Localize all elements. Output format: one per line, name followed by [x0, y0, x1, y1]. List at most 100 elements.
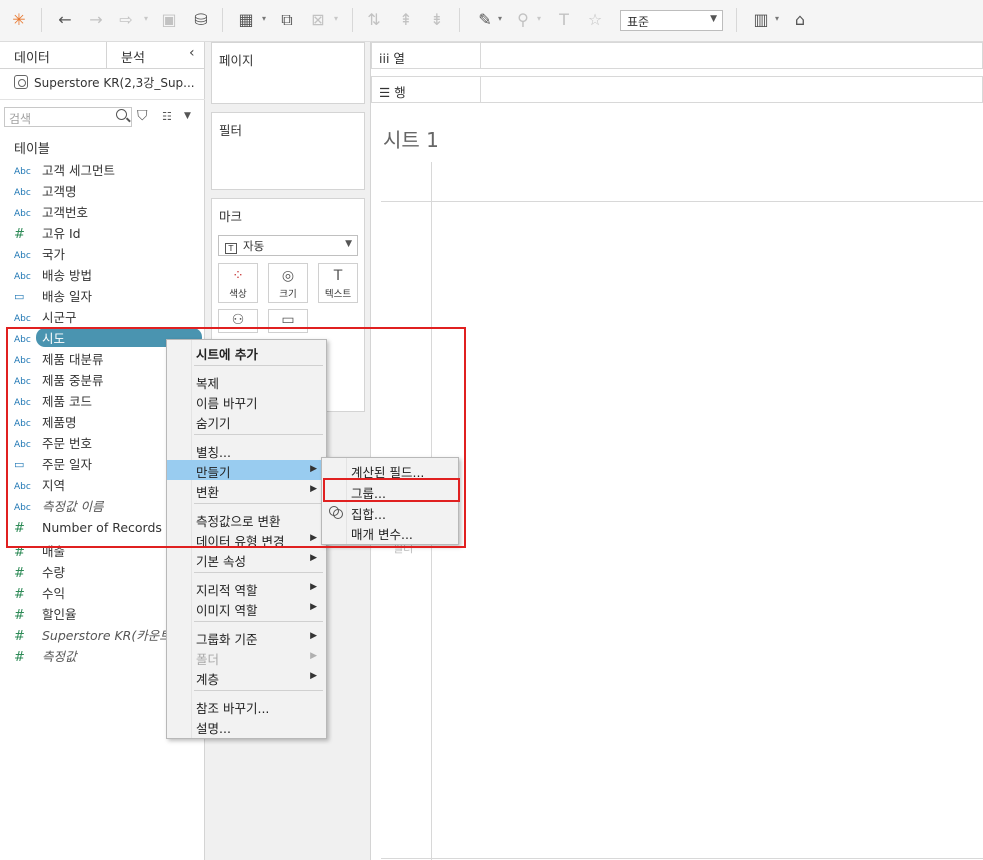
pages-shelf[interactable]: 페이지: [211, 42, 365, 104]
highlight-caret-icon[interactable]: ▾: [498, 14, 502, 23]
collapse-pane-icon[interactable]: ‹: [189, 45, 195, 61]
sheet-title[interactable]: 시트 1: [383, 124, 439, 153]
new-worksheet-caret-icon[interactable]: ▾: [262, 14, 266, 23]
size-button[interactable]: ◎ 크기: [268, 263, 308, 303]
columns-shelf[interactable]: iii 열: [371, 42, 983, 69]
fit-select-value: 표준: [627, 15, 650, 29]
menu-separator: [194, 621, 323, 622]
menu-item-group-by[interactable]: 그룹화 기준 ▶: [167, 627, 326, 647]
field-item[interactable]: # Superstore KR(카운트): [14, 625, 176, 644]
search-input[interactable]: 검색: [4, 107, 132, 127]
field-item[interactable]: # 할인율: [14, 604, 77, 623]
menu-item-image-role[interactable]: 이미지 역할 ▶: [167, 598, 326, 618]
tableau-logo-icon[interactable]: ✳: [8, 9, 30, 31]
datasource-icon: [14, 75, 28, 89]
field-label: 수량: [42, 565, 66, 580]
toolbar-separator: [736, 8, 737, 32]
datasource-item[interactable]: Superstore KR(2,3강_Sup...: [14, 74, 200, 94]
number-type-icon: #: [14, 650, 25, 665]
sort-desc-icon[interactable]: ⇟: [426, 9, 448, 31]
number-type-icon: #: [14, 566, 25, 581]
new-worksheet-icon[interactable]: ▦: [235, 9, 257, 31]
undo-icon[interactable]: ←: [54, 9, 76, 31]
toolbar-separator: [222, 8, 223, 32]
submenu-arrow-icon: ▶: [310, 582, 317, 592]
number-type-icon: #: [14, 608, 25, 623]
text-label: 텍스트: [324, 289, 352, 300]
text-button[interactable]: T 텍스트: [318, 263, 358, 303]
label-icon[interactable]: T: [553, 9, 575, 31]
color-button[interactable]: ⁘ 색상: [218, 263, 258, 303]
save-icon[interactable]: ▣: [158, 9, 180, 31]
filters-title: 필터: [219, 123, 243, 138]
submenu-arrow-icon: ▶: [310, 602, 317, 612]
menu-item-folder: 폴더 ▶: [167, 647, 326, 667]
rows-shelf[interactable]: ☰ 행: [371, 76, 983, 103]
field-item[interactable]: Abc 고객번호: [14, 202, 88, 221]
datasource-label: Superstore KR(2,3강_Sup...: [34, 76, 195, 90]
chevron-down-icon: ▼: [710, 14, 717, 24]
redo-icon[interactable]: →: [85, 9, 107, 31]
tooltip-icon: ▭: [281, 312, 295, 328]
menu-separator: [194, 572, 323, 573]
pane-divider: [0, 99, 205, 100]
menu-item-describe[interactable]: 설명...: [167, 716, 326, 736]
highlight-icon[interactable]: ✎: [474, 9, 496, 31]
field-item[interactable]: Abc 시군구: [14, 307, 77, 326]
group-icon[interactable]: ⚲: [512, 9, 534, 31]
tab-analytics[interactable]: 분석: [121, 47, 145, 66]
filters-shelf[interactable]: 필터: [211, 112, 365, 190]
field-item[interactable]: # 고유 Id: [14, 223, 81, 242]
field-item[interactable]: Abc 국가: [14, 244, 65, 263]
menu-item-geographic-role[interactable]: 지리적 역할 ▶: [167, 578, 326, 598]
columns-icon: iii: [379, 51, 390, 66]
field-label: 배송 방법: [42, 268, 92, 283]
menu-item-label: 지리적 역할: [196, 583, 258, 598]
field-item[interactable]: # 측정값: [14, 646, 77, 665]
chevron-down-icon[interactable]: ▼: [184, 111, 191, 121]
tab-data[interactable]: 데이터: [14, 47, 50, 66]
mark-type-select[interactable]: T 자동 ▼: [218, 235, 358, 256]
pin-icon[interactable]: ☆: [584, 9, 606, 31]
add-datasource-icon[interactable]: ⛁: [190, 9, 212, 31]
tables-section-title: 테이블: [14, 142, 50, 157]
swap-caret-icon[interactable]: ▾: [144, 14, 148, 23]
show-me-icon[interactable]: ▥: [750, 9, 772, 31]
calendar-icon: ▭: [14, 290, 25, 303]
duplicate-icon[interactable]: ⧉: [276, 9, 298, 31]
filter-icon[interactable]: ⛉: [137, 108, 148, 124]
presentation-icon[interactable]: ⌂: [789, 9, 811, 31]
fit-select[interactable]: 표준 ▼: [620, 10, 723, 31]
field-item[interactable]: Abc 고객명: [14, 181, 77, 200]
columns-label: iii 열: [372, 43, 481, 68]
field-label: 측정값: [42, 649, 77, 664]
field-item[interactable]: Abc 고객 세그먼트: [14, 160, 115, 179]
submenu-arrow-icon: ▶: [310, 671, 317, 681]
show-me-caret-icon[interactable]: ▾: [775, 14, 779, 23]
view-list-icon[interactable]: ☷: [162, 110, 172, 123]
field-label: 시군구: [42, 310, 77, 325]
field-item[interactable]: # 수량: [14, 562, 65, 581]
field-item[interactable]: ▭ 배송 일자: [14, 286, 92, 305]
toolbar-separator: [352, 8, 353, 32]
clear-icon[interactable]: ⊠: [307, 9, 329, 31]
submenu-arrow-icon: ▶: [310, 651, 317, 661]
menu-item-label: 설명...: [196, 721, 231, 736]
submenu-arrow-icon: ▶: [310, 553, 317, 563]
swap-icon[interactable]: ⇨: [115, 9, 137, 31]
menu-item-default-properties[interactable]: 기본 속성 ▶: [167, 549, 326, 569]
group-caret-icon[interactable]: ▾: [537, 14, 541, 23]
marks-title: 마크: [219, 209, 243, 224]
rows-icon: ☰: [379, 85, 391, 100]
annotation-group-highlight: [323, 478, 460, 502]
rows-label: ☰ 행: [372, 77, 481, 102]
search-placeholder: 검색: [9, 112, 32, 126]
clear-caret-icon[interactable]: ▾: [334, 14, 338, 23]
sort-asc-icon[interactable]: ⇞: [395, 9, 417, 31]
menu-item-hierarchy[interactable]: 계층 ▶: [167, 667, 326, 687]
menu-item-replace-references[interactable]: 참조 바꾸기...: [167, 696, 326, 716]
field-item[interactable]: # 수익: [14, 583, 65, 602]
swap-rows-cols-icon[interactable]: ⇅: [363, 9, 385, 31]
number-type-icon: #: [14, 587, 25, 602]
field-item[interactable]: Abc 배송 방법: [14, 265, 92, 284]
